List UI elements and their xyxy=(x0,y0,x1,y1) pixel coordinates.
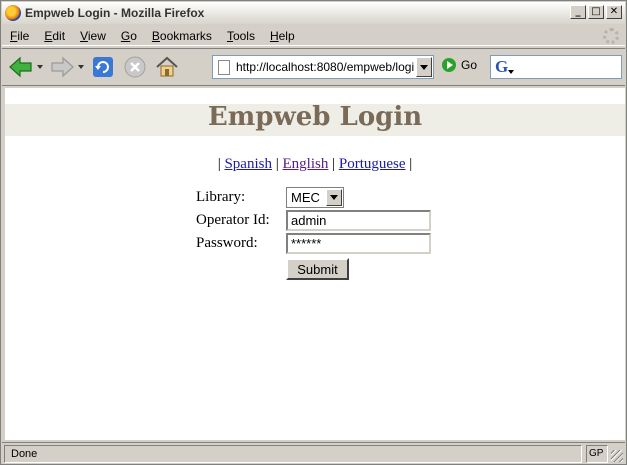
menu-help[interactable]: Help xyxy=(262,29,302,43)
submit-row: Submit xyxy=(196,258,456,280)
back-history-caret-icon[interactable] xyxy=(37,65,43,69)
language-separator: | xyxy=(409,156,413,172)
minimize-button[interactable]: _ xyxy=(570,5,586,19)
menu-file-label: ile xyxy=(17,28,30,43)
menu-view-label: iew xyxy=(87,28,106,43)
menu-bookmarks-accel: B xyxy=(151,28,160,43)
go-label: Go xyxy=(461,58,478,72)
go-button[interactable]: Go xyxy=(442,58,477,72)
menu-view-accel: V xyxy=(80,28,88,43)
forward-button[interactable] xyxy=(49,54,75,80)
library-select[interactable]: MEC xyxy=(286,187,344,208)
language-separator: | xyxy=(332,156,336,172)
window-title: Empweb Login - Mozilla Firefox xyxy=(25,6,205,20)
operator-row: Operator Id: xyxy=(196,210,456,232)
menu-tools[interactable]: Tools xyxy=(219,29,262,43)
language-link-english[interactable]: English xyxy=(283,156,329,172)
chevron-down-icon[interactable] xyxy=(326,189,342,206)
submit-button[interactable]: Submit xyxy=(286,258,349,280)
page-title: Empweb Login xyxy=(207,102,423,132)
browser-window: Empweb Login - Mozilla Firefox _ □ ✕ Fil… xyxy=(0,0,627,465)
menu-tools-label: ools xyxy=(232,28,255,43)
menu-help-label: elp xyxy=(278,28,295,43)
url-bar[interactable]: http://localhost:8080/empweb/login. xyxy=(212,55,434,79)
forward-icon xyxy=(51,56,74,78)
menu-view[interactable]: View xyxy=(72,29,113,43)
status-bar: Done GP xyxy=(2,442,625,464)
menu-bookmarks-label: ookmarks xyxy=(159,28,212,43)
page-icon xyxy=(218,59,230,75)
language-separator: | xyxy=(217,156,221,172)
status-text: Done xyxy=(4,445,582,463)
menu-go-accel: G xyxy=(120,28,131,43)
window-controls: _ □ ✕ xyxy=(570,5,622,19)
home-icon xyxy=(156,56,178,77)
resize-grip-icon[interactable] xyxy=(611,450,623,462)
menu-go-label: o xyxy=(130,28,137,43)
menu-edit-label: dit xyxy=(52,28,66,43)
menu-bar: File Edit View Go Bookmarks Tools Help xyxy=(2,26,625,46)
library-row: Library: MEC xyxy=(196,187,456,209)
language-separator: | xyxy=(275,156,279,172)
library-select-value: MEC xyxy=(291,190,320,205)
url-history-dropdown-button[interactable] xyxy=(416,57,432,77)
forward-history-caret-icon[interactable] xyxy=(78,65,84,69)
menu-file[interactable]: File xyxy=(2,29,36,43)
back-icon xyxy=(9,56,32,78)
close-button[interactable]: ✕ xyxy=(606,5,622,19)
password-input[interactable] xyxy=(286,233,431,254)
page-content: Empweb Login | Spanish | English | Portu… xyxy=(5,88,625,440)
back-button[interactable] xyxy=(8,54,34,80)
password-label: Password: xyxy=(196,235,258,251)
home-button[interactable] xyxy=(154,54,180,80)
reload-button[interactable] xyxy=(90,54,116,80)
maximize-button[interactable]: □ xyxy=(588,5,604,19)
reload-icon xyxy=(93,57,113,77)
url-text[interactable]: http://localhost:8080/empweb/login. xyxy=(236,60,414,74)
language-link-portuguese[interactable]: Portuguese xyxy=(339,156,406,172)
language-selector: | Spanish | English | Portuguese | xyxy=(5,156,625,173)
operator-id-label: Operator Id: xyxy=(196,212,270,228)
menu-help-accel: H xyxy=(269,28,279,43)
menu-go[interactable]: Go xyxy=(113,29,144,43)
search-engine-caret-icon[interactable] xyxy=(508,70,515,74)
operator-id-input[interactable] xyxy=(286,210,431,231)
status-indicator[interactable]: GP xyxy=(586,445,608,463)
go-arrow-icon xyxy=(442,58,456,72)
google-search-icon[interactable]: G xyxy=(495,58,508,76)
stop-icon xyxy=(124,56,146,78)
menu-edit[interactable]: Edit xyxy=(36,29,72,43)
navigation-toolbar: http://localhost:8080/empweb/login. Go G xyxy=(2,48,625,86)
language-link-spanish[interactable]: Spanish xyxy=(224,156,272,172)
search-bar[interactable]: G xyxy=(490,55,622,79)
firefox-logo-icon xyxy=(5,5,21,21)
menu-bookmarks[interactable]: Bookmarks xyxy=(144,29,219,43)
title-bar: Empweb Login - Mozilla Firefox _ □ ✕ xyxy=(2,2,625,24)
library-label: Library: xyxy=(196,189,246,205)
throbber-icon xyxy=(603,28,619,44)
stop-button[interactable] xyxy=(122,54,148,80)
password-row: Password: xyxy=(196,233,456,255)
